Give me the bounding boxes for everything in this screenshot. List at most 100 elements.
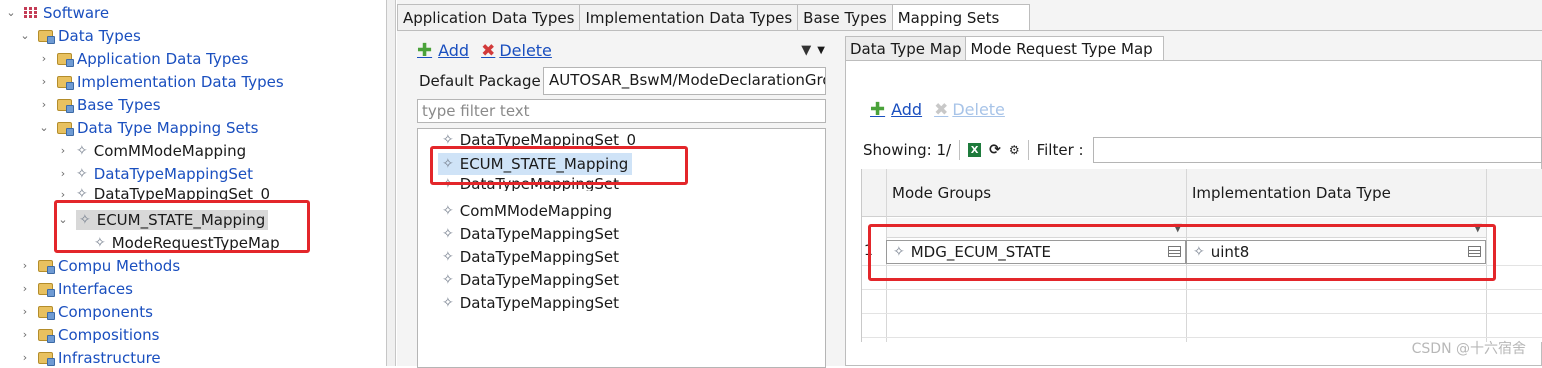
filter-text-input[interactable]: type filter text (417, 99, 826, 123)
list-item[interactable]: ✧ ComMModeMapping (442, 200, 612, 222)
list-toolbar: ✚ Add ✖ Delete (417, 40, 552, 61)
chevron-right-icon[interactable]: › (37, 98, 51, 112)
tree-label: Implementation Data Types (77, 72, 284, 91)
cell-impl-type[interactable]: ✧ uint8 (1186, 240, 1486, 264)
tree-item-software[interactable]: ⌄ Software (4, 1, 109, 24)
cell-value: MDG_ECUM_STATE (910, 243, 1051, 261)
delete-button[interactable]: ✖ Delete (934, 100, 1005, 120)
tree-item-ecum-state-mapping[interactable]: ⌄ ✧ ECUM_STATE_Mapping (56, 208, 269, 231)
tree-label: ECUM_STATE_Mapping (96, 210, 266, 229)
list-item-selected[interactable]: ✧ ECUM_STATE_Mapping (438, 153, 633, 175)
settings-icon[interactable]: ⚙ (1009, 143, 1020, 157)
tab-data-type-map[interactable]: Data Type Map (845, 36, 967, 60)
default-package-field[interactable]: AUTOSAR_BswM/ModeDeclarationGro (543, 67, 826, 95)
delete-label: Delete (499, 41, 552, 60)
chevron-down-icon[interactable]: ⌄ (37, 121, 51, 135)
autosar-element-icon: ✧ (893, 244, 905, 260)
list-item-label: DataTypeMappingSet (459, 294, 620, 312)
chevron-right-icon[interactable]: › (18, 259, 32, 273)
tree-item-interfaces[interactable]: › Interfaces (18, 277, 133, 300)
column-filter-impl-type[interactable]: ▼ (1186, 218, 1486, 238)
list-item-label: DataTypeMappingSet (459, 225, 620, 243)
chevron-right-icon[interactable]: › (18, 305, 32, 319)
list-item-label: DataTypeMappingSet (459, 271, 620, 289)
list-item[interactable]: ✧ DataTypeMappingSet (442, 177, 619, 191)
tree-item-data-type-mapping-sets[interactable]: ⌄ Data Type Mapping Sets (37, 116, 258, 139)
autosar-element-icon: ✧ (76, 186, 88, 202)
add-label: Add (438, 41, 470, 60)
separator (959, 140, 961, 160)
autosar-element-icon: ✧ (442, 226, 454, 242)
chevron-right-icon[interactable]: › (56, 144, 70, 158)
add-button[interactable]: ✚ Add (870, 99, 922, 120)
tree-item-data-types[interactable]: ⌄ Data Types (18, 24, 140, 47)
chevron-down-icon[interactable]: ⌄ (56, 213, 70, 227)
cell-mode-group[interactable]: ✧ MDG_ECUM_STATE (886, 240, 1186, 264)
tab-base-types[interactable]: Base Types (797, 4, 893, 30)
showing-bar: Showing: 1/ X ⟳ ⚙ Filter : (863, 140, 1084, 160)
tree-item-mapping[interactable]: › ✧ DataTypeMappingSet (56, 162, 253, 185)
chevron-down-icon[interactable]: ⌄ (4, 6, 18, 20)
column-header-impl-type[interactable]: Implementation Data Type (1186, 169, 1486, 217)
tree-item-application-data-types[interactable]: › Application Data Types (37, 47, 249, 70)
tree-item-mapping[interactable]: › ✧ ComMModeMapping (56, 139, 246, 162)
mapping-detail-panel: Data Type Map Mode Request Type Map ✚ Ad… (845, 36, 1542, 366)
view-splitter[interactable] (386, 0, 396, 366)
chevron-right-icon[interactable]: › (56, 167, 70, 181)
tab-divider (397, 30, 1542, 31)
chevron-right-icon[interactable]: › (56, 187, 70, 201)
filter-icon[interactable]: ▼ (1174, 221, 1182, 234)
chevron-down-icon[interactable]: ⌄ (18, 29, 32, 43)
tree-item-compositions[interactable]: › Compositions (18, 323, 160, 346)
tree-item-mode-request-type-map[interactable]: ✧ ModeRequestTypeMap (94, 231, 280, 254)
list-item-label: DataTypeMappingSet (459, 248, 620, 266)
list-item[interactable]: ✧ DataTypeMappingSet_0 (442, 129, 636, 151)
filter-label: Filter : (1036, 141, 1084, 159)
autosar-element-icon: ✧ (76, 142, 88, 159)
tree-item-mapping[interactable]: › ✧ DataTypeMappingSet_0 (56, 185, 270, 203)
tree-item-implementation-data-types[interactable]: › Implementation Data Types (37, 70, 284, 93)
chevron-right-icon[interactable]: › (37, 52, 51, 66)
tree-item-base-types[interactable]: › Base Types (37, 93, 161, 116)
chevron-right-icon[interactable]: › (18, 282, 32, 296)
refresh-icon[interactable]: ⟳ (989, 142, 1001, 158)
list-item[interactable]: ✧ DataTypeMappingSet (442, 223, 619, 245)
tab-mode-request-type-map[interactable]: Mode Request Type Map (965, 36, 1164, 60)
add-button[interactable]: ✚ Add (417, 40, 469, 61)
list-item[interactable]: ✧ DataTypeMappingSet (442, 269, 619, 291)
tree-item-components[interactable]: › Components (18, 300, 153, 323)
delete-icon: ✖ (934, 99, 949, 120)
folder-package-icon (57, 52, 74, 67)
column-header-mode-groups[interactable]: Mode Groups (886, 169, 1186, 217)
tree-item-compu-methods[interactable]: › Compu Methods (18, 254, 180, 277)
autosar-element-icon: ✧ (76, 165, 88, 182)
chevron-right-icon[interactable]: › (37, 75, 51, 89)
table-filter-input[interactable] (1093, 137, 1542, 163)
delete-button[interactable]: ✖ Delete (481, 41, 552, 61)
view-menu[interactable]: ▼ ▼ (801, 43, 825, 58)
chevron-right-icon[interactable]: › (18, 351, 32, 365)
row-header-corner (862, 169, 886, 217)
excel-export-icon[interactable]: X (968, 143, 982, 157)
tree-label: Interfaces (58, 279, 133, 298)
folder-package-icon (57, 98, 74, 113)
folder-package-icon (38, 328, 55, 343)
list-item[interactable]: ✧ DataTypeMappingSet (442, 246, 619, 268)
tab-mapping-sets[interactable]: Mapping Sets (891, 4, 1031, 30)
tab-application-data-types[interactable]: Application Data Types (397, 4, 581, 30)
list-item[interactable]: ✧ DataTypeMappingSet (442, 292, 619, 314)
detail-tab-bar: Data Type Map Mode Request Type Map (845, 36, 1164, 60)
chevron-right-icon[interactable]: › (18, 328, 32, 342)
cell-edit-icon[interactable] (1468, 246, 1481, 257)
add-icon: ✚ (417, 40, 433, 61)
column-filter-mode-groups[interactable]: ▼ (886, 218, 1186, 238)
autosar-element-icon: ✧ (79, 211, 91, 228)
cell-edit-icon[interactable] (1168, 246, 1181, 257)
row-number: 1 (864, 243, 873, 259)
tab-implementation-data-types[interactable]: Implementation Data Types (579, 4, 799, 30)
add-icon: ✚ (870, 99, 886, 120)
editor-area: Application Data Types Implementation Da… (397, 0, 1542, 368)
filter-icon[interactable]: ▼ (1474, 221, 1482, 234)
tree-item-infrastructure[interactable]: › Infrastructure (18, 346, 161, 367)
software-icon (24, 6, 37, 19)
